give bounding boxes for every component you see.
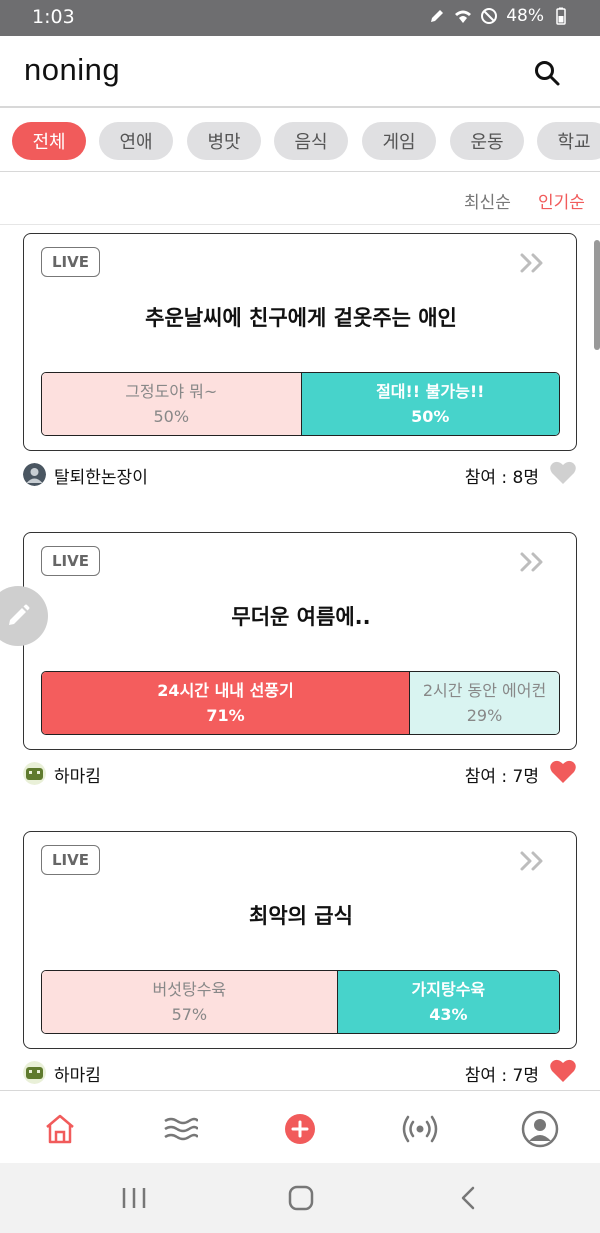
search-icon[interactable] — [532, 58, 562, 88]
vote-option-a[interactable]: 24시간 내내 선풍기 71% — [42, 672, 410, 734]
sort-latest[interactable]: 최신순 — [464, 188, 511, 213]
app-logo[interactable]: noning — [24, 52, 120, 88]
participant-count: 참여 : 8명 — [464, 468, 539, 488]
heart-icon[interactable] — [549, 759, 577, 785]
post-title: 추운날씨에 친구에게 겉옷주는 애인 — [145, 306, 457, 330]
sort-row: 최신순 인기순 — [0, 173, 600, 225]
add-icon — [285, 1114, 315, 1144]
author-name[interactable]: 하마킴 — [54, 1061, 101, 1086]
option-label: 24시간 내내 선풍기 — [157, 681, 294, 700]
author-name[interactable]: 하마킴 — [54, 762, 101, 787]
pencil-icon — [9, 604, 30, 625]
vote-option-b[interactable]: 2시간 동안 에어컨 29% — [409, 672, 559, 734]
nav-create[interactable] — [280, 1109, 320, 1149]
live-badge: LIVE — [41, 845, 100, 875]
option-percent: 71% — [206, 706, 245, 725]
back-icon[interactable] — [454, 1185, 484, 1211]
chip-exercise[interactable]: 운동 — [450, 122, 524, 160]
wifi-icon — [455, 10, 472, 23]
heart-icon[interactable] — [549, 460, 577, 486]
app-header: noning — [0, 36, 600, 108]
option-label: 그정도야 뭐~ — [125, 382, 218, 401]
live-badge: LIVE — [41, 546, 100, 576]
post-title: 무더운 여름에.. — [231, 605, 371, 629]
vote-option-b[interactable]: 가지탕수육 43% — [336, 971, 559, 1033]
waves-icon — [164, 1117, 198, 1141]
status-bar: 1:03 48% — [0, 0, 600, 36]
broadcast-icon — [402, 1115, 438, 1143]
double-chevron-right-icon[interactable] — [518, 550, 548, 574]
option-label: 2시간 동안 에어컨 — [422, 681, 547, 700]
option-label: 버섯탕수육 — [152, 980, 227, 999]
post-title: 최악의 급식 — [249, 904, 353, 928]
vote-bar: 그정도야 뭐~ 50% 절대!! 불가능!! 50% — [41, 372, 560, 436]
category-chips: 전체 연애 병맛 음식 게임 운동 학교 — [0, 110, 600, 172]
vote-bar: 버섯탕수육 57% 가지탕수육 43% — [41, 970, 560, 1034]
participant-count: 참여 : 7명 — [464, 1066, 539, 1086]
status-time: 1:03 — [32, 6, 75, 28]
post-card[interactable]: LIVE 추운날씨에 친구에게 겉옷주는 애인 그정도야 뭐~ 50% 절대!!… — [23, 233, 577, 451]
profile-icon — [521, 1110, 559, 1148]
status-icons: 48% — [428, 6, 570, 26]
avatar[interactable] — [23, 762, 46, 785]
scrollbar[interactable] — [594, 240, 600, 350]
live-badge: LIVE — [41, 247, 100, 277]
nav-home[interactable] — [40, 1109, 80, 1149]
heart-icon[interactable] — [549, 1058, 577, 1084]
chip-all[interactable]: 전체 — [12, 122, 86, 160]
double-chevron-right-icon[interactable] — [518, 849, 548, 873]
pen-icon — [431, 10, 444, 22]
option-percent: 29% — [466, 706, 503, 725]
home-icon — [46, 1114, 74, 1144]
post-meta: 탈퇴한논장이 참여 : 8명 — [23, 460, 577, 490]
avatar[interactable] — [23, 463, 46, 486]
option-percent: 57% — [171, 1005, 208, 1024]
vote-option-a[interactable]: 그정도야 뭐~ 50% — [42, 373, 301, 435]
option-label: 절대!! 불가능!! — [376, 382, 485, 401]
double-chevron-right-icon[interactable] — [518, 251, 548, 275]
option-label: 가지탕수육 — [411, 980, 486, 999]
post-card[interactable]: LIVE 최악의 급식 버섯탕수육 57% 가지탕수육 43% — [23, 831, 577, 1049]
participant-count: 참여 : 7명 — [464, 767, 539, 787]
battery-icon — [556, 7, 566, 25]
chip-romance[interactable]: 연애 — [99, 122, 173, 160]
recent-apps-icon[interactable] — [119, 1185, 149, 1211]
option-percent: 50% — [411, 407, 450, 426]
chip-game[interactable]: 게임 — [362, 122, 436, 160]
battery-percent: 48% — [506, 6, 544, 26]
author-name[interactable]: 탈퇴한논장이 — [54, 463, 148, 488]
home-button-icon[interactable] — [286, 1185, 316, 1211]
post-meta: 하마킴 참여 : 7명 — [23, 759, 577, 789]
option-percent: 43% — [429, 1005, 468, 1024]
system-nav-bar — [0, 1163, 600, 1233]
post-meta: 하마킴 참여 : 7명 — [23, 1058, 577, 1088]
nav-live[interactable] — [400, 1109, 440, 1149]
sort-popular[interactable]: 인기순 — [538, 188, 585, 213]
nav-profile[interactable] — [520, 1109, 560, 1149]
bottom-nav — [0, 1090, 600, 1162]
vote-option-b[interactable]: 절대!! 불가능!! 50% — [300, 373, 559, 435]
chip-silly[interactable]: 병맛 — [187, 122, 261, 160]
avatar[interactable] — [23, 1061, 46, 1084]
option-percent: 50% — [153, 407, 190, 426]
post-card[interactable]: LIVE 무더운 여름에.. 24시간 내내 선풍기 71% 2시간 동안 에어… — [23, 532, 577, 750]
vote-bar: 24시간 내내 선풍기 71% 2시간 동안 에어컨 29% — [41, 671, 560, 735]
nav-feed[interactable] — [160, 1109, 200, 1149]
do-not-disturb-icon — [481, 8, 498, 24]
chip-school[interactable]: 학교 — [537, 122, 600, 160]
vote-option-a[interactable]: 버섯탕수육 57% — [42, 971, 337, 1033]
chip-food[interactable]: 음식 — [274, 122, 348, 160]
